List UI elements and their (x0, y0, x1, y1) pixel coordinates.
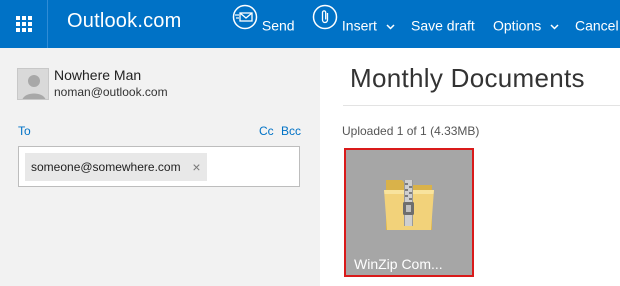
chevron-down-icon (550, 1, 559, 49)
brand-title[interactable]: Outlook.com (67, 10, 181, 33)
insert-label: Insert (341, 17, 377, 34)
save-draft-button[interactable]: Save draft (411, 0, 475, 48)
upload-status: Uploaded 1 of 1 (4.33MB) (342, 124, 480, 138)
message-pane: Monthly Documents Uploaded 1 of 1 (4.33M… (320, 48, 620, 286)
save-draft-label: Save draft (411, 17, 475, 34)
recipient-address: someone@somewhere.com (31, 160, 181, 174)
send-label: Send (261, 17, 295, 34)
cancel-label: Cancel (575, 17, 619, 34)
insert-button[interactable]: Insert (312, 0, 395, 48)
options-button[interactable]: Options (493, 0, 559, 48)
cancel-button[interactable]: Cancel (575, 0, 619, 48)
person-icon (18, 69, 48, 99)
chevron-down-icon (386, 1, 395, 49)
cc-link[interactable]: Cc (259, 124, 274, 138)
top-bar: Outlook.com Send Insert Save draft Optio… (0, 0, 620, 48)
recipient-chip[interactable]: someone@somewhere.com × (25, 153, 207, 181)
remove-recipient-icon[interactable]: × (192, 153, 200, 181)
attachment-tile[interactable]: WinZip Com... (344, 148, 474, 277)
subject-field[interactable]: Monthly Documents (350, 63, 585, 94)
sender-email: noman@outlook.com (54, 85, 168, 99)
avatar (17, 68, 49, 100)
attachment-name: WinZip Com... (354, 256, 443, 272)
paperclip-icon (312, 1, 338, 49)
bcc-link[interactable]: Bcc (281, 124, 301, 138)
to-link[interactable]: To (18, 124, 31, 138)
sender-name: Nowhere Man (54, 67, 142, 83)
divider (343, 105, 620, 106)
zip-folder-icon (384, 180, 434, 230)
to-field[interactable]: someone@somewhere.com × (18, 146, 300, 187)
send-button[interactable]: Send (232, 0, 295, 48)
send-icon (232, 1, 258, 49)
compose-pane: Nowhere Man noman@outlook.com To Cc Bcc … (0, 48, 320, 286)
options-label: Options (493, 17, 542, 34)
app-launcher-icon[interactable] (0, 0, 48, 48)
